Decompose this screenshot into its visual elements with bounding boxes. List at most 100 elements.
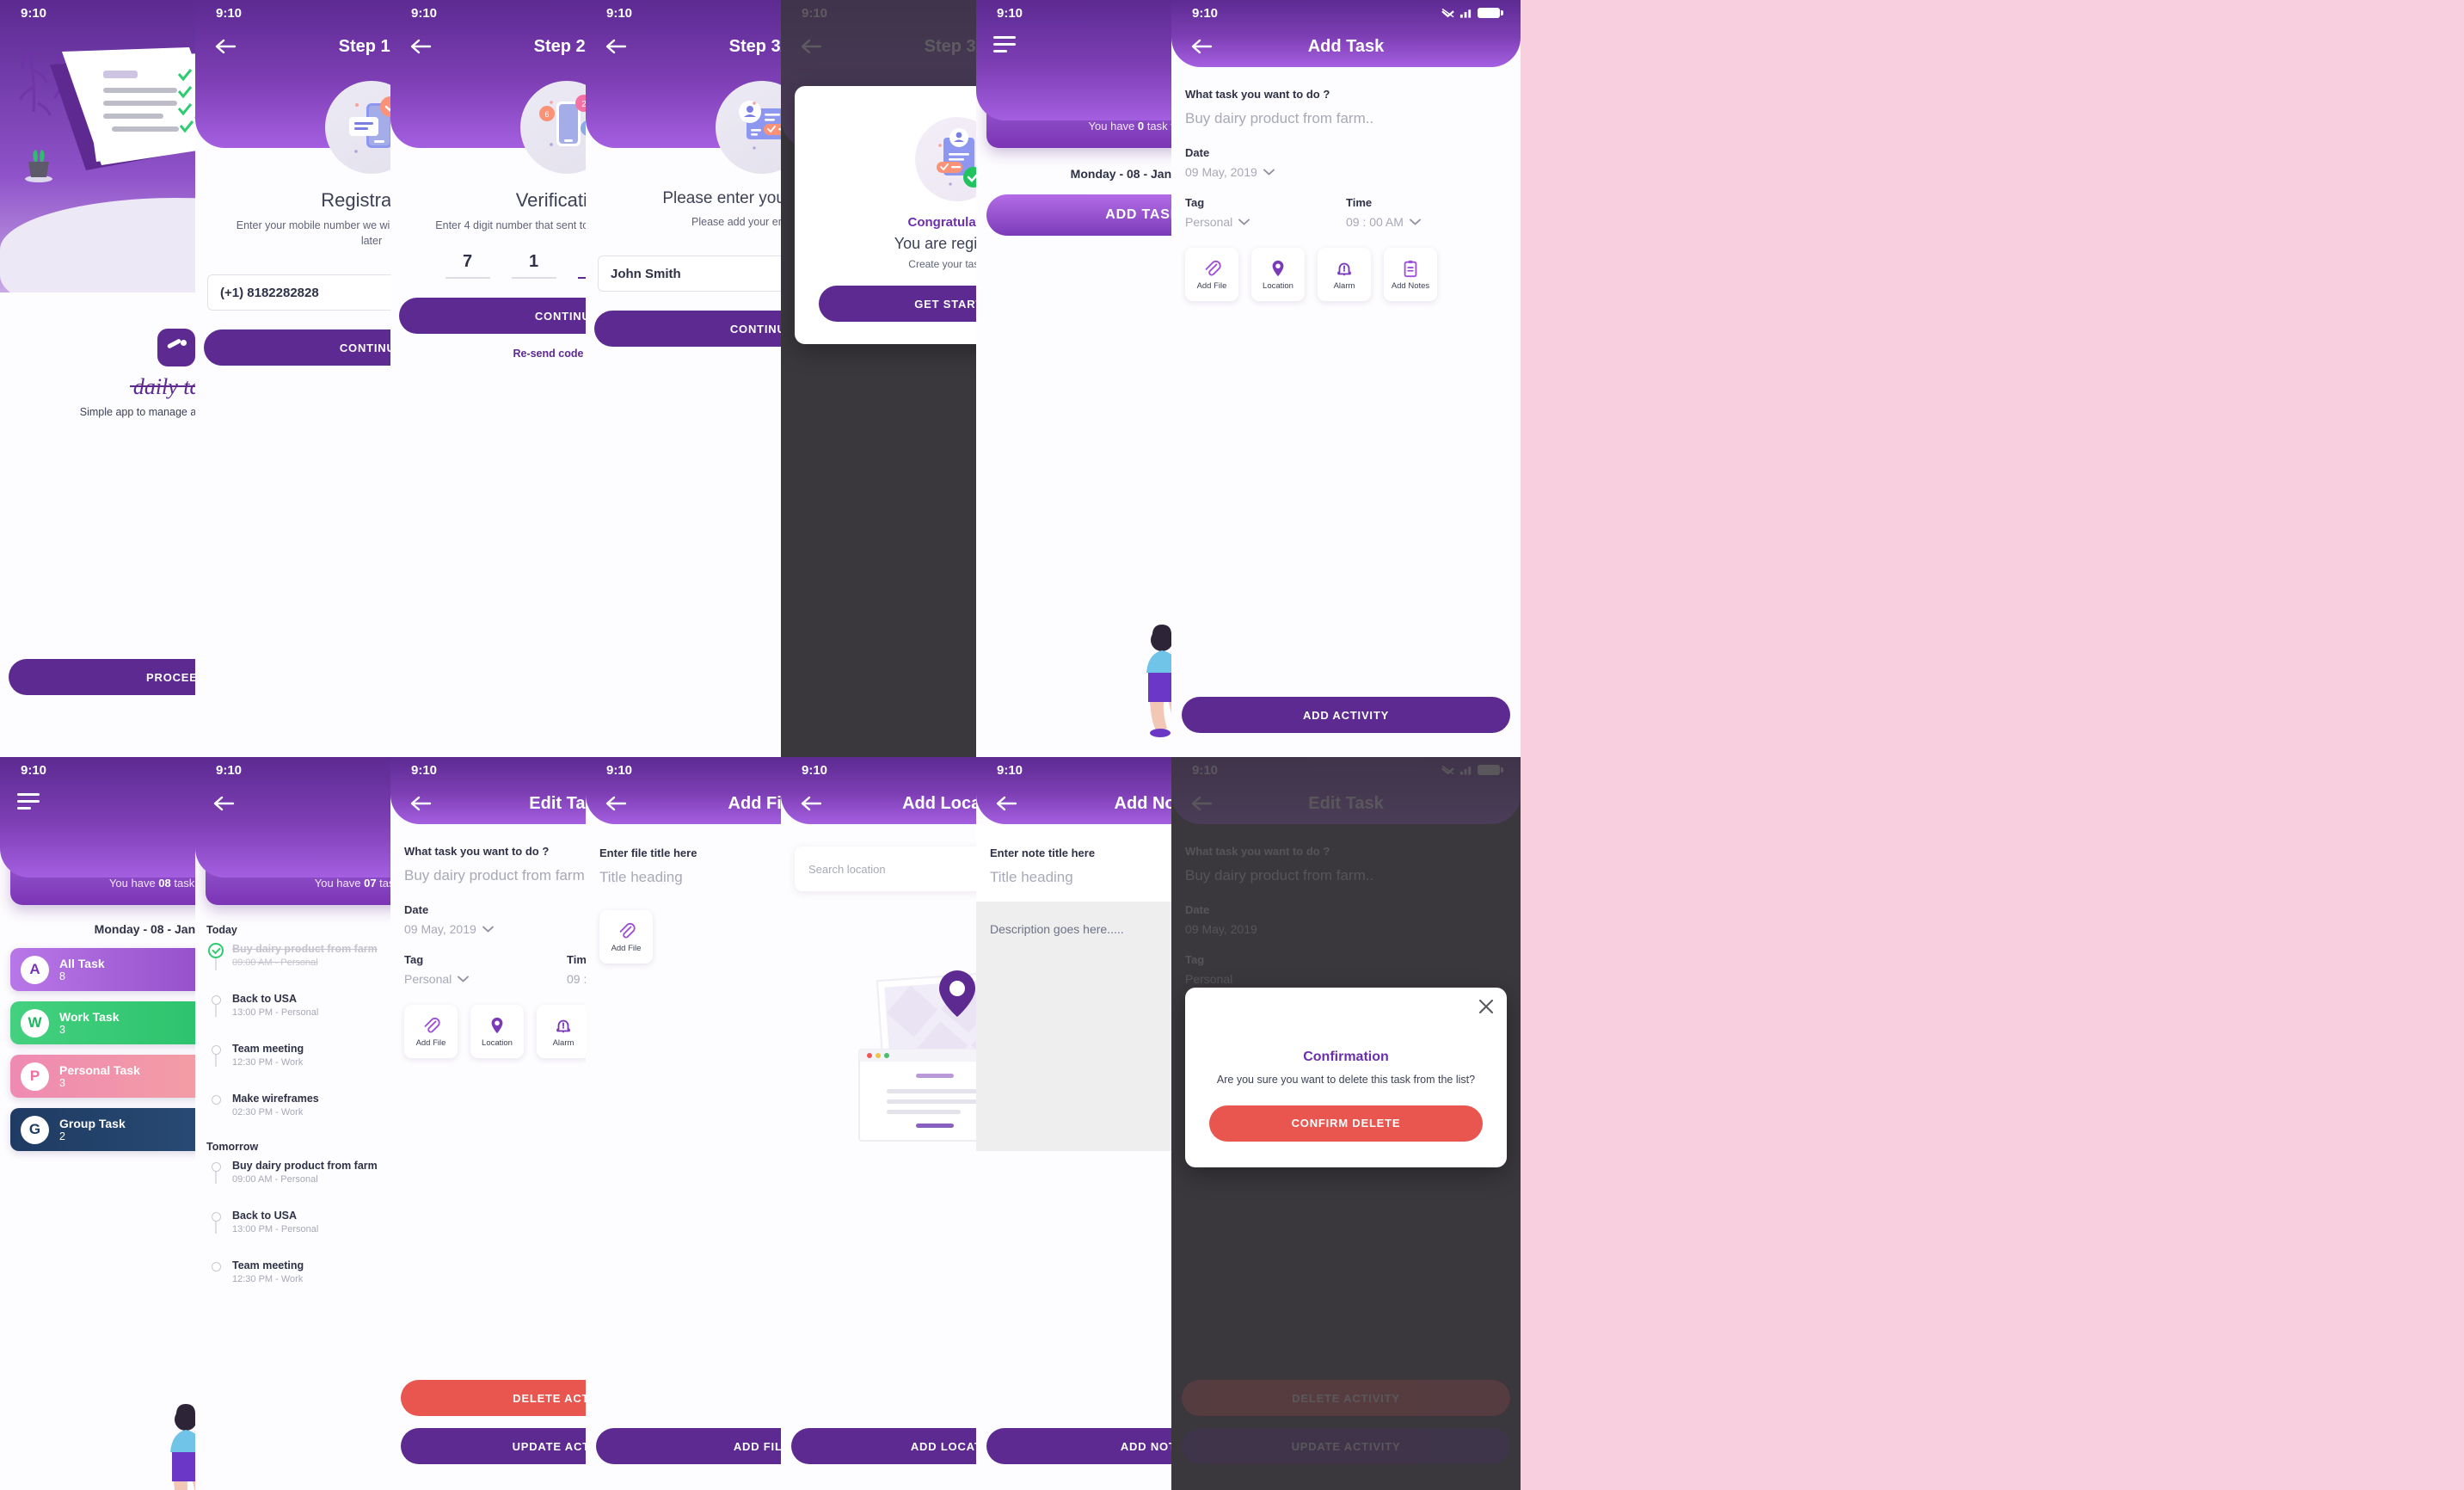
location-tile[interactable]: Location	[470, 1005, 524, 1058]
task-name-input[interactable]: Buy dairy product from farm..	[1185, 110, 1507, 127]
task-completed-icon[interactable]	[208, 943, 224, 958]
back-arrow-icon[interactable]	[212, 795, 235, 812]
tile-label: Add File	[611, 943, 642, 953]
signal-icon	[1459, 9, 1472, 18]
add-notes-tile[interactable]: Add Notes	[1384, 248, 1437, 301]
add-file-tile[interactable]: Add File	[1185, 248, 1238, 301]
chevron-down-icon	[1238, 219, 1250, 225]
screen-confirm-delete: 9:10 Edit Task What task you want to do …	[1171, 757, 1521, 1490]
add-file-tile[interactable]: Add File	[404, 1005, 458, 1058]
chevron-down-icon	[482, 926, 494, 933]
wifi-off-icon	[1441, 765, 1454, 775]
dimmed-delete-button: DELETE ACTIVITY	[1182, 1380, 1510, 1416]
task-status-icon[interactable]	[211, 1045, 221, 1055]
clipboard-notes-icon	[1404, 260, 1417, 277]
note-description-placeholder: Description goes here.....	[990, 922, 1124, 936]
date-label: Date	[1185, 146, 1210, 159]
dimmed-date-value: 09 May, 2019	[1185, 922, 1257, 936]
task-status-icon[interactable]	[211, 1095, 221, 1105]
time-value: 09 : 00 AM	[1346, 215, 1404, 229]
alarm-tile[interactable]: Alarm	[537, 1005, 590, 1058]
signal-icon	[1459, 767, 1472, 775]
time-label: Time	[1346, 196, 1373, 209]
wifi-off-icon	[1441, 8, 1454, 18]
add-task-title-bar: Add Task	[1171, 26, 1521, 67]
tile-label: Location	[482, 1037, 513, 1048]
tag-select[interactable]: Personal	[404, 972, 567, 986]
category-count: 2	[59, 1130, 65, 1142]
back-arrow-icon[interactable]	[995, 795, 1017, 812]
tile-label: Add File	[1196, 280, 1227, 291]
category-name: Group Task	[59, 1117, 126, 1130]
tag-select[interactable]: Personal	[1185, 215, 1346, 229]
add-activity-button[interactable]: ADD ACTIVITY	[1182, 697, 1510, 733]
tag-label: Tag	[404, 953, 424, 966]
category-count: 3	[59, 1024, 65, 1036]
dimmed-page-title: Edit Task	[1308, 793, 1384, 813]
otp-digit-1[interactable]: 7	[445, 252, 490, 280]
back-arrow-icon	[801, 39, 822, 54]
status-time: 9:10	[1192, 5, 1219, 21]
category-count: 8	[59, 970, 65, 982]
menu-icon[interactable]	[17, 793, 40, 814]
page-title: Add Task	[1307, 36, 1385, 56]
back-arrow-icon[interactable]	[409, 795, 432, 812]
time-select[interactable]: 09 : 00 AM	[1346, 215, 1507, 229]
task-status-icon[interactable]	[211, 1212, 221, 1222]
status-time: 9:10	[997, 762, 1023, 778]
confirmation-dialog: Confirmation Are you sure you want to de…	[1185, 988, 1507, 1167]
alarm-tile[interactable]: Alarm	[1318, 248, 1371, 301]
date-value: 09 May, 2019	[1185, 165, 1257, 179]
back-arrow-icon[interactable]	[605, 795, 627, 812]
status-bar: 9:10	[1171, 0, 1521, 26]
tag-group: Tag Personal	[1185, 196, 1346, 229]
back-arrow-icon[interactable]	[1190, 38, 1213, 55]
category-initial: W	[21, 1008, 49, 1037]
location-pin-icon	[1272, 260, 1284, 276]
close-icon[interactable]	[1478, 998, 1495, 1015]
task-question-label: What task you want to do ?	[1185, 88, 1330, 101]
otp-digit-2[interactable]: 1	[511, 252, 556, 280]
menu-icon[interactable]	[993, 36, 1016, 57]
task-status-icon[interactable]	[211, 1162, 221, 1172]
tile-label: Alarm	[1333, 280, 1355, 291]
status-time: 9:10	[606, 5, 633, 21]
chevron-down-icon	[458, 976, 470, 982]
status-time: 9:10	[802, 762, 828, 778]
search-placeholder: Search location	[808, 862, 886, 876]
attachment-tiles: Add File Location Alarm Add Notes	[1185, 248, 1507, 301]
alarm-bell-icon	[1337, 262, 1351, 275]
paperclip-icon	[424, 1017, 440, 1032]
category-name: All Task	[59, 957, 105, 970]
status-icons	[1441, 765, 1503, 775]
status-time: 9:10	[216, 762, 243, 778]
tag-label: Tag	[1185, 196, 1205, 209]
chevron-down-icon	[1263, 169, 1275, 175]
location-tile[interactable]: Location	[1251, 248, 1305, 301]
task-status-icon[interactable]	[211, 995, 221, 1005]
tag-value: Personal	[1185, 215, 1233, 229]
add-file-tile[interactable]: Add File	[599, 910, 653, 964]
dimmed-title-bar: Edit Task	[1171, 783, 1521, 824]
back-arrow-icon[interactable]	[409, 38, 432, 55]
paperclip-icon	[619, 922, 636, 938]
task-status-icon[interactable]	[211, 1262, 221, 1271]
back-arrow-icon[interactable]	[605, 38, 627, 55]
back-arrow-icon[interactable]	[800, 795, 822, 812]
status-time: 9:10	[21, 762, 47, 778]
date-select[interactable]: 09 May, 2019	[1185, 165, 1507, 179]
dimmed-question: What task you want to do ?	[1185, 845, 1330, 858]
dimmed-task-name: Buy dairy product from farm..	[1185, 867, 1374, 884]
confirmation-message: Are you sure you want to delete this tas…	[1216, 1074, 1476, 1086]
back-arrow-icon	[1191, 796, 1213, 811]
dimmed-tag-value: Personal	[1185, 972, 1233, 986]
back-arrow-icon[interactable]	[214, 38, 237, 55]
category-name: Work Task	[59, 1010, 120, 1024]
add-task-header: 9:10 Add Task	[1171, 0, 1521, 67]
battery-icon	[1478, 765, 1503, 775]
confirm-delete-button[interactable]: CONFIRM DELETE	[1209, 1105, 1483, 1142]
paperclip-icon	[1205, 260, 1221, 275]
date-value: 09 May, 2019	[404, 922, 476, 936]
tile-label: Add Notes	[1391, 280, 1430, 291]
tile-label: Alarm	[552, 1037, 575, 1048]
